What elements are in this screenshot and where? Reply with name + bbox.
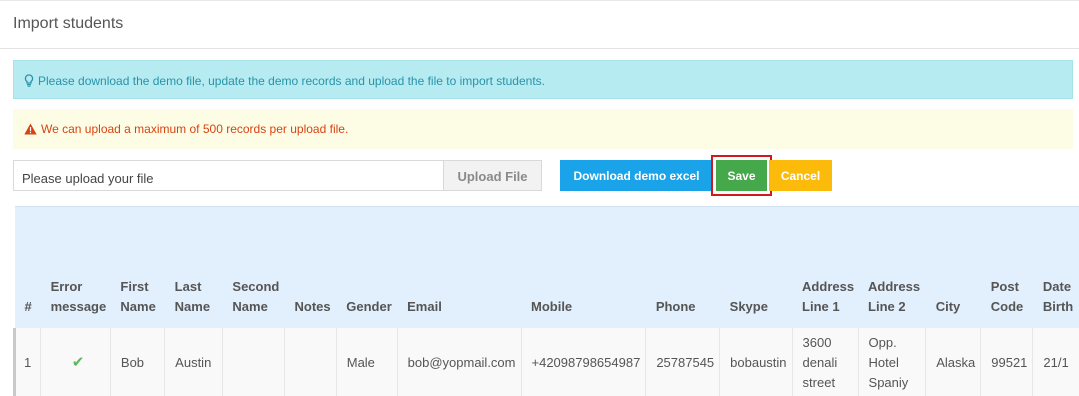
info-alert: Please download the demo file, update th…	[13, 60, 1073, 99]
col-header-line2: Notes	[294, 298, 331, 314]
table-row: 1 ✔ Bob Austin Male bob@yopmail.com +420…	[13, 327, 1079, 396]
col-header-line2: Code	[990, 298, 1024, 314]
col-header-number: #	[14, 206, 41, 328]
col-header-address-line-2: Address Line 2	[858, 206, 926, 328]
col-header-city: City	[925, 206, 981, 328]
col-header-line1: Second	[232, 278, 280, 294]
cell-email: bob@yopmail.com	[396, 327, 521, 396]
students-table: # Error message First Name Last Name Second…	[13, 206, 1079, 396]
col-header-email: Email	[397, 206, 521, 328]
cell-last-name: Austin	[164, 327, 223, 396]
col-header-line1: First	[120, 278, 149, 294]
col-header-mobile: Mobile	[521, 206, 646, 328]
lightbulb-icon	[24, 74, 34, 90]
col-header-line2: Birth	[1042, 298, 1074, 314]
cell-gender: Male	[335, 327, 398, 396]
col-header-skype: Skype	[719, 206, 793, 328]
col-header-address-line-1: Address Line 1	[792, 206, 859, 328]
cell-date-of-birth: 21/1	[1032, 327, 1079, 396]
page-title: Import students	[0, 0, 1079, 49]
col-header-line1: Error	[50, 278, 83, 294]
col-header-phone: Phone	[645, 206, 720, 328]
col-header-first-name: First Name	[110, 206, 165, 328]
download-demo-excel-button[interactable]: Download demo excel	[560, 160, 713, 191]
cell-phone: 25787545	[645, 327, 720, 396]
col-header-line1: Last	[174, 278, 202, 294]
warning-alert-text: We can upload a maximum of 500 records p…	[41, 122, 349, 136]
file-path-input[interactable]: Please upload your file	[13, 160, 444, 191]
cell-second-name	[221, 327, 285, 396]
checkmark-icon: ✔	[71, 353, 85, 371]
col-header-line2: Gender	[346, 298, 392, 314]
col-header-post-code: Post Code	[980, 206, 1033, 328]
col-header-line2: Mobile	[531, 298, 573, 314]
col-header-line2: Line 2	[868, 298, 906, 314]
col-header-line2: Name	[174, 298, 211, 314]
col-header-error: Error message	[40, 206, 111, 328]
cell-mobile: +42098798654987	[520, 327, 646, 396]
col-header-date-of-birth: Date Birth	[1032, 206, 1079, 328]
col-header-line1: Date	[1042, 278, 1072, 294]
cell-error: ✔	[40, 327, 111, 396]
col-header-line2: Name	[232, 298, 268, 314]
col-header-second-name: Second Name	[222, 206, 285, 328]
warning-alert: We can upload a maximum of 500 records p…	[13, 109, 1073, 149]
warning-triangle-icon	[24, 123, 37, 138]
cell-number: 1	[13, 327, 41, 396]
students-table-container[interactable]: # Error message First Name Last Name Second…	[13, 206, 1079, 396]
col-header-line2: Phone	[655, 298, 696, 314]
col-header-line2: message	[50, 298, 107, 314]
cell-address-line-2: Opp. Hotel Spaniy	[857, 327, 926, 396]
cancel-button[interactable]: Cancel	[769, 160, 832, 191]
cell-post-code: 99521	[980, 327, 1033, 396]
cell-address-line-1: 3600 denali street	[791, 327, 859, 396]
col-header-line2: Name	[120, 298, 156, 314]
col-header-line2: City	[935, 298, 961, 314]
cell-notes	[284, 327, 337, 396]
upload-file-button[interactable]: Upload File	[443, 160, 542, 191]
cell-skype: bobaustin	[719, 327, 793, 396]
col-header-line1: Address	[868, 278, 921, 294]
info-alert-text: Please download the demo file, update th…	[38, 74, 545, 88]
cell-city: Alaska	[925, 327, 981, 396]
col-header-line2: Line 1	[802, 298, 840, 314]
col-header-line2: Email	[407, 298, 442, 314]
col-header-line1: Address	[802, 278, 855, 294]
cell-first-name: Bob	[109, 327, 165, 396]
page-title-text: Import students	[13, 15, 124, 32]
col-header-line1: Post	[990, 278, 1019, 294]
col-header-line2: #	[24, 298, 32, 314]
col-header-last-name: Last Name	[164, 206, 223, 328]
col-header-gender: Gender	[336, 206, 398, 328]
save-button[interactable]: Save	[716, 160, 767, 191]
col-header-line2: Skype	[729, 298, 768, 314]
col-header-notes: Notes	[284, 206, 337, 328]
table-header-row: # Error message First Name Last Name Second…	[14, 206, 1079, 328]
